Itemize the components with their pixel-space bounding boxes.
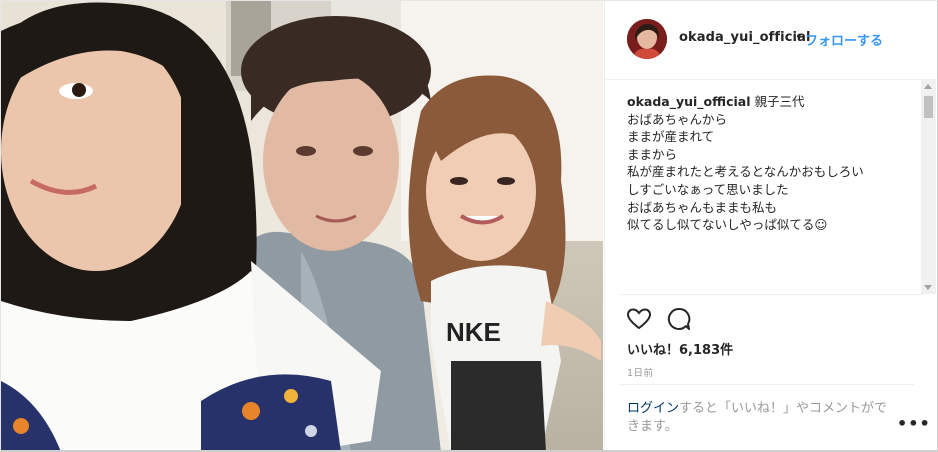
caption-line: ままから: [627, 146, 678, 162]
svg-text:NKE: NKE: [446, 317, 501, 347]
caption: okada_yui_official 親子三代 おばあちゃんから ままが産まれて…: [627, 93, 919, 293]
login-prompt: ログインすると「いいね！」やコメントができます。: [627, 400, 897, 436]
caption-line: しすごいなぁって思いました: [627, 181, 789, 197]
caption-line: 親子三代: [754, 94, 805, 109]
post-side-panel: okada_yui_official • フォローする okada_yui_of…: [604, 1, 937, 450]
post-date[interactable]: 1日前: [627, 365, 654, 379]
more-options-icon[interactable]: •••: [897, 414, 931, 433]
header-username-link[interactable]: okada_yui_official: [679, 30, 811, 45]
caption-line: おばあちゃんから: [627, 111, 728, 127]
caption-line: おばあちゃんもままも私も: [627, 199, 778, 215]
scroll-up-arrow-icon[interactable]: [924, 84, 932, 89]
comment-icon[interactable]: [665, 305, 693, 333]
post-photo[interactable]: NKE: [1, 1, 603, 450]
post-window: NKE okada_yui_official • フォローする okada_yu…: [0, 0, 938, 452]
photo-illustration: NKE: [1, 1, 603, 450]
caption-line: 私が産まれたと考えるとなんかおもしろい: [627, 164, 864, 180]
caption-first-line: okada_yui_official 親子三代: [627, 93, 919, 111]
avatar-image: [627, 19, 667, 59]
header-separator: •: [795, 30, 803, 45]
heart-icon[interactable]: [625, 305, 653, 333]
scrollbar-thumb[interactable]: [924, 96, 933, 118]
avatar[interactable]: [627, 19, 667, 59]
follow-button[interactable]: フォローする: [805, 30, 883, 49]
scroll-down-arrow-icon[interactable]: [924, 285, 932, 290]
caption-line: 似てるし似てないしやっぱ似てる☺: [627, 217, 828, 233]
post-header: okada_yui_official • フォローする: [605, 1, 937, 80]
divider: [619, 294, 924, 295]
login-link[interactable]: ログイン: [627, 401, 679, 416]
caption-scrollbar[interactable]: [921, 80, 936, 294]
caption-username-link[interactable]: okada_yui_official: [627, 94, 751, 109]
caption-line: ままが産まれて: [627, 129, 715, 145]
divider: [619, 384, 914, 385]
likes-count[interactable]: いいね！6,183件: [627, 339, 733, 358]
